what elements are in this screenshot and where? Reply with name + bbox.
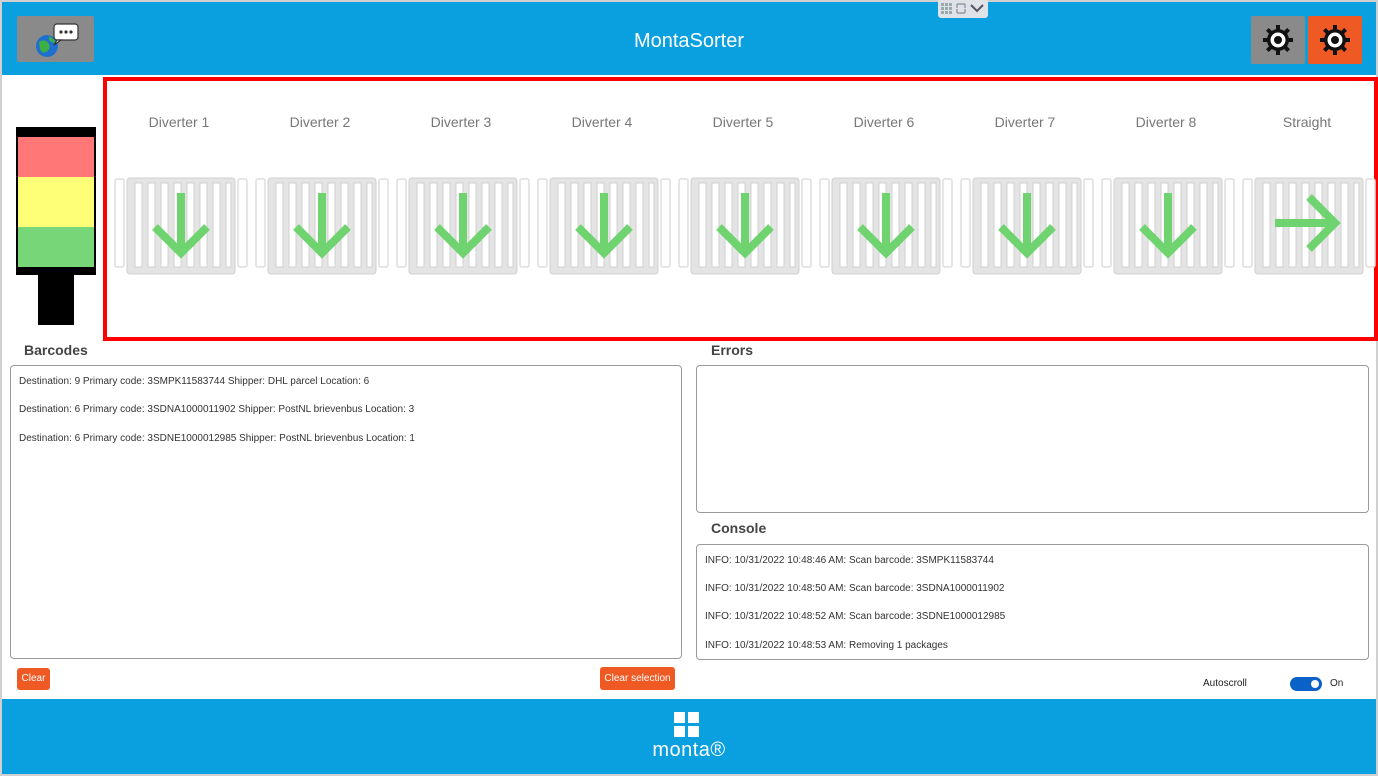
diverter-6[interactable]: Diverter 6 (814, 81, 954, 337)
diverter-straight[interactable]: Straight (1237, 81, 1377, 337)
list-item[interactable]: Destination: 6 Primary code: 3SDNE100001… (19, 433, 415, 444)
log-line: INFO: 10/31/2022 10:48:53 AM: Removing 1… (705, 640, 948, 651)
log-line: INFO: 10/31/2022 10:48:46 AM: Scan barco… (705, 555, 994, 566)
diverter-label: Diverter 6 (853, 114, 915, 130)
diverter-down-icon (1101, 177, 1235, 275)
stack-light-pole (38, 275, 74, 325)
diverter-panel: Diverter 1 Diverter 2 Diverter 3 Diverte… (103, 77, 1378, 341)
straight-right-icon (1242, 177, 1376, 275)
list-item[interactable]: Destination: 9 Primary code: 3SMPK115837… (19, 376, 369, 387)
footer-logo-text: monta® (652, 739, 726, 761)
diverter-label: Straight (1282, 114, 1332, 130)
diverter-down-icon (396, 177, 530, 275)
diverter-down-icon (537, 177, 671, 275)
errors-title: Errors (711, 342, 754, 358)
diverter-2[interactable]: Diverter 2 (250, 81, 390, 337)
window-layout-icon (941, 3, 984, 14)
gear-icon (1263, 25, 1293, 55)
stack-light-red (16, 137, 96, 177)
diverter-8[interactable]: Diverter 8 (1096, 81, 1236, 337)
stack-light (16, 127, 96, 325)
log-line: INFO: 10/31/2022 10:48:50 AM: Scan barco… (705, 583, 1005, 594)
clear-selection-button[interactable]: Clear selection (600, 667, 675, 690)
diverter-label: Diverter 8 (1135, 114, 1197, 130)
stack-light-top (16, 127, 96, 137)
clear-button[interactable]: Clear (17, 668, 50, 690)
diverter-4[interactable]: Diverter 4 (532, 81, 672, 337)
diverter-down-icon (678, 177, 812, 275)
stack-light-yellow (16, 177, 96, 227)
errors-list[interactable] (696, 365, 1369, 513)
barcodes-list[interactable]: Destination: 9 Primary code: 3SMPK115837… (10, 365, 682, 659)
diverter-label: Diverter 3 (430, 114, 492, 130)
diverter-label: Diverter 7 (994, 114, 1056, 130)
autoscroll-state: On (1330, 678, 1344, 689)
stack-light-green (16, 227, 96, 267)
diverter-down-icon (960, 177, 1094, 275)
log-line: INFO: 10/31/2022 10:48:52 AM: Scan barco… (705, 611, 1006, 622)
diverter-down-icon (114, 177, 248, 275)
grid-logo-icon (674, 712, 700, 738)
toggle-knob (1311, 680, 1319, 688)
diverter-down-icon (819, 177, 953, 275)
diverter-down-icon (255, 177, 389, 275)
advanced-settings-button[interactable] (1308, 16, 1362, 64)
diverter-7[interactable]: Diverter 7 (955, 81, 1095, 337)
gear-icon (1320, 25, 1350, 55)
autoscroll-toggle[interactable] (1290, 677, 1322, 691)
diverter-1[interactable]: Diverter 1 (109, 81, 249, 337)
diverter-label: Diverter 4 (571, 114, 633, 130)
diverter-label: Diverter 1 (148, 114, 210, 130)
stack-light-base (16, 267, 96, 275)
list-item[interactable]: Destination: 6 Primary code: 3SDNA100001… (19, 404, 414, 415)
diverter-5[interactable]: Diverter 5 (673, 81, 813, 337)
diverter-label: Diverter 5 (712, 114, 774, 130)
window-control-bar[interactable] (938, 0, 988, 18)
autoscroll-label: Autoscroll (1203, 678, 1247, 689)
console-title: Console (711, 520, 767, 536)
header-bar: MontaSorter (2, 2, 1376, 75)
console-log[interactable]: INFO: 10/31/2022 10:48:46 AM: Scan barco… (696, 544, 1369, 660)
app-title: MontaSorter (633, 30, 745, 52)
footer-bar: monta® (2, 699, 1376, 774)
barcodes-title: Barcodes (24, 342, 88, 358)
diverter-label: Diverter 2 (289, 114, 351, 130)
diverter-3[interactable]: Diverter 3 (391, 81, 531, 337)
settings-button[interactable] (1251, 16, 1305, 64)
